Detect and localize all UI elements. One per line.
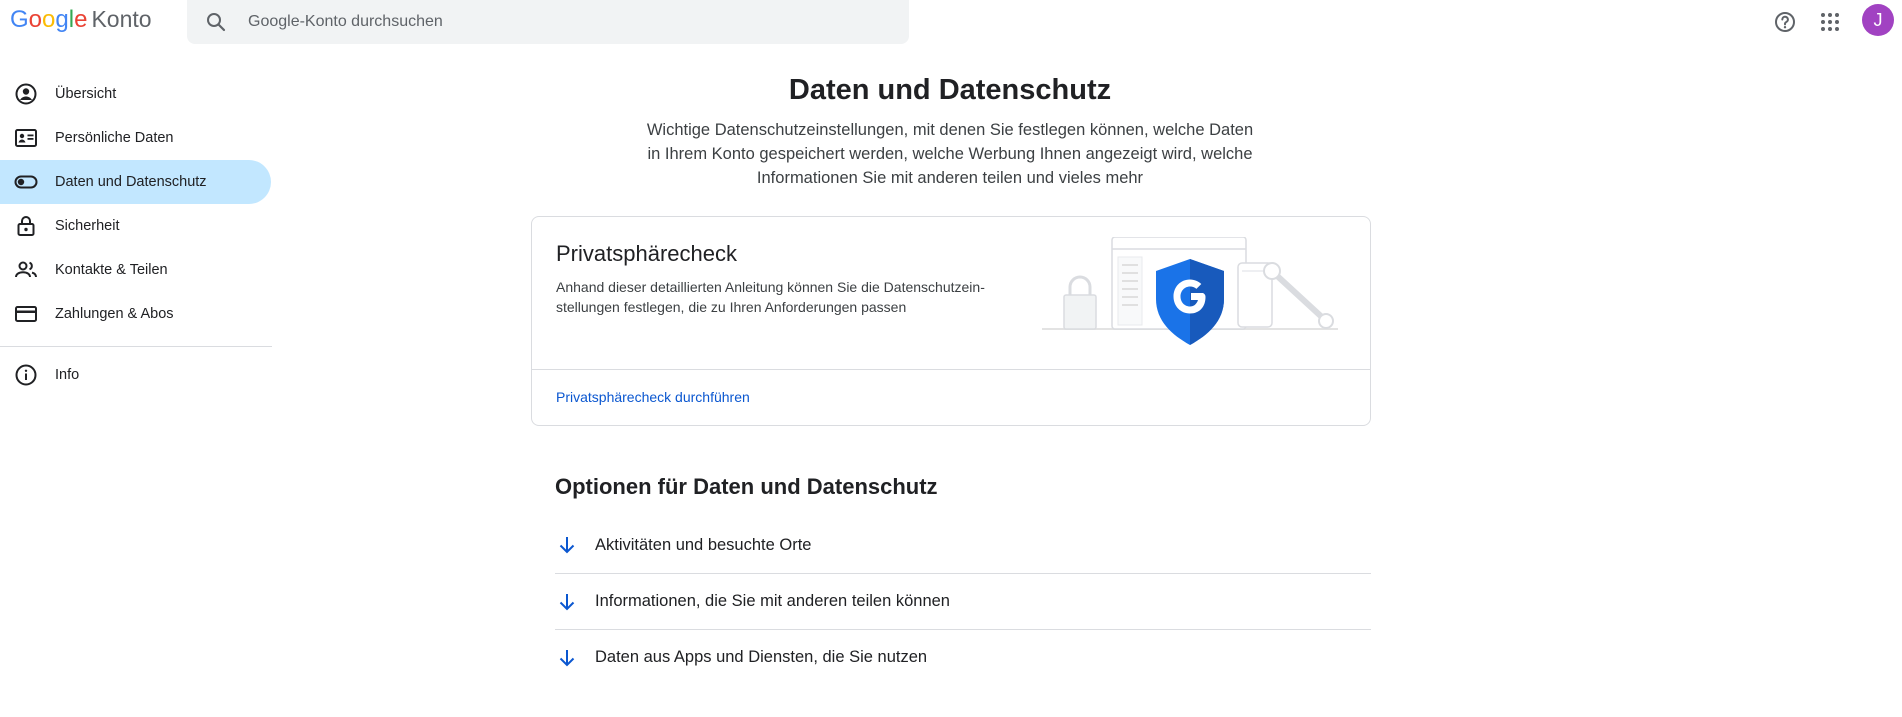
sidebar-item-label: Kontakte & Teilen xyxy=(55,262,168,278)
apps-button[interactable] xyxy=(1815,7,1845,37)
product-name: Konto xyxy=(91,6,152,32)
card-divider xyxy=(532,369,1370,370)
google-shield-icon xyxy=(1042,237,1338,345)
help-button[interactable] xyxy=(1770,7,1800,37)
lock-icon xyxy=(17,216,35,236)
toggle-icon xyxy=(14,175,38,189)
credit-card-icon xyxy=(15,306,37,322)
sidebar-item-label: Sicherheit xyxy=(55,218,120,234)
avatar[interactable]: J xyxy=(1862,4,1894,36)
sidebar-item-label: Daten und Datenschutz xyxy=(55,174,207,190)
help-icon xyxy=(1775,12,1795,32)
search-bar[interactable] xyxy=(187,0,909,44)
id-card-icon xyxy=(15,129,37,147)
privacy-check-title: Privatsphärecheck xyxy=(556,241,737,266)
sidebar-divider xyxy=(0,346,272,347)
arrow-down-icon xyxy=(559,594,575,611)
option-informationen-teilen[interactable]: Informationen, die Sie mit anderen teile… xyxy=(555,573,1371,629)
arrow-down-icon xyxy=(559,650,575,667)
sidebar-item-label: Übersicht xyxy=(55,86,117,102)
privacy-check-card: Privatsphärecheck Anhand dieser detailli… xyxy=(531,216,1371,426)
google-wordmark: Google xyxy=(10,6,88,33)
google-konto-logo[interactable]: Google Konto xyxy=(10,6,152,36)
option-aktivitaeten[interactable]: Aktivitäten und besuchte Orte xyxy=(555,517,1371,573)
people-icon xyxy=(15,261,37,278)
arrow-down-icon xyxy=(559,537,575,554)
sidebar-item-zahlungen-abos[interactable]: Zahlungen & Abos xyxy=(0,292,271,336)
option-daten-apps-dienste[interactable]: Daten aus Apps und Diensten, die Sie nut… xyxy=(555,629,1371,685)
page-title: Daten und Datenschutz xyxy=(788,74,1112,106)
sidebar-item-daten-und-datenschutz[interactable]: Daten und Datenschutz xyxy=(0,160,271,204)
sidebar-item-label: Persönliche Daten xyxy=(55,130,174,146)
option-label: Informationen, die Sie mit anderen teile… xyxy=(595,592,950,610)
search-icon[interactable] xyxy=(204,10,228,34)
sidebar-item-label: Zahlungen & Abos xyxy=(55,306,174,322)
option-label: Aktivitäten und besuchte Orte xyxy=(595,535,812,554)
sidebar-nav: Übersicht Persönliche Daten Daten und Da… xyxy=(0,72,272,397)
sidebar-item-uebersicht[interactable]: Übersicht xyxy=(0,72,271,116)
search-input[interactable] xyxy=(248,13,848,31)
top-bar: Google Konto J xyxy=(0,0,1902,44)
sidebar-item-label: Info xyxy=(55,367,80,383)
option-label: Daten aus Apps und Diensten, die Sie nut… xyxy=(595,648,928,666)
sidebar-item-info[interactable]: Info xyxy=(0,353,271,397)
apps-grid-icon xyxy=(1821,13,1839,31)
sidebar-item-persoenliche-daten[interactable]: Persönliche Daten xyxy=(0,116,271,160)
options-list: Aktivitäten und besuchte Orte Informatio… xyxy=(555,517,1371,685)
sidebar-item-sicherheit[interactable]: Sicherheit xyxy=(0,204,271,248)
info-icon xyxy=(15,364,37,386)
sidebar-item-kontakte-teilen[interactable]: Kontakte & Teilen xyxy=(0,248,271,292)
privacy-check-description: Anhand dieser detaillierten Anleitung kö… xyxy=(556,279,985,315)
page-subtitle: Wichtige Datenschutzeinstellungen, mit d… xyxy=(646,121,1254,187)
account-circle-icon xyxy=(15,83,37,105)
options-section-title: Optionen für Daten und Datenschutz xyxy=(555,474,938,499)
privacy-check-link[interactable]: Privatsphärecheck durchführen xyxy=(556,389,750,405)
